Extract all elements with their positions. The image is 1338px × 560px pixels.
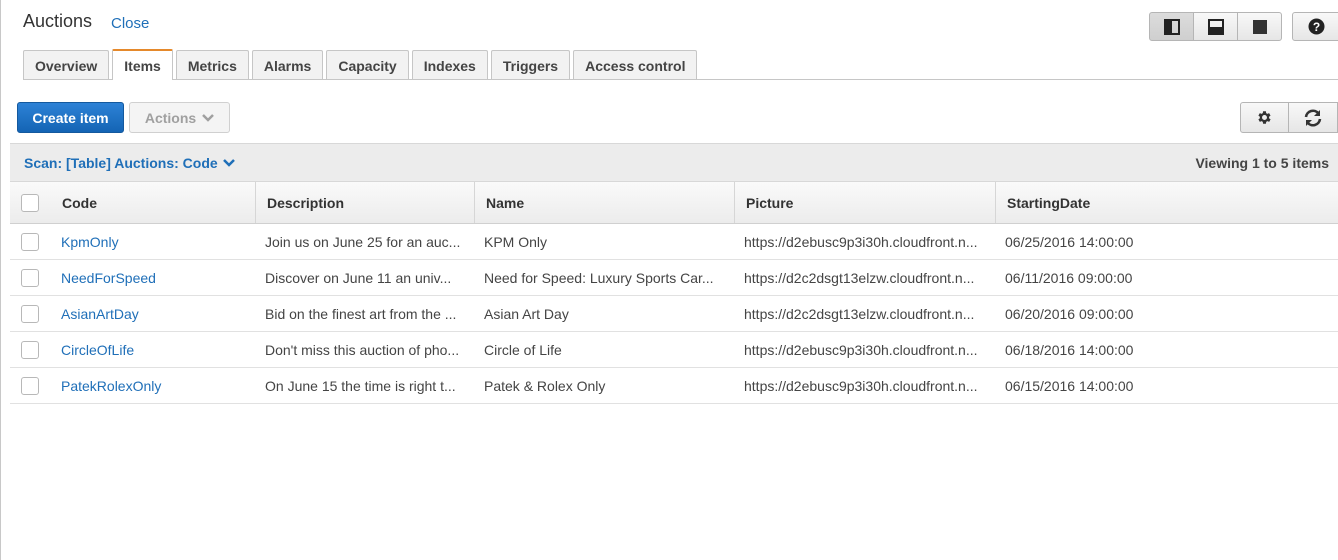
full-screen-icon (1252, 19, 1267, 34)
scan-bar: Scan: [Table] Auctions: Code Viewing 1 t… (10, 143, 1338, 182)
page-title: Auctions (23, 11, 93, 31)
item-code-link[interactable]: CircleOfLife (61, 342, 134, 358)
column-header-name[interactable]: Name (474, 182, 734, 223)
row-checkbox[interactable] (21, 376, 39, 395)
starting-date-cell: 06/25/2016 14:00:00 (1005, 233, 1134, 250)
starting-date-cell: 06/11/2016 09:00:00 (1005, 269, 1133, 286)
left-border (0, 0, 1, 560)
picture-cell: https://d2c2dsgt13elzw.cloudfront.n... (744, 269, 975, 286)
table-row[interactable]: KpmOnly Join us on June 25 for an auc...… (10, 224, 1338, 260)
item-code-link[interactable]: AsianArtDay (61, 306, 139, 322)
help-icon: ? (1308, 18, 1324, 35)
table-header: Code Description Name Picture StartingDa… (10, 182, 1338, 224)
refresh-icon (1304, 108, 1322, 127)
name-cell: Need for Speed: Luxury Sports Car... (484, 269, 714, 286)
description-cell: Discover on June 11 an univ... (265, 269, 452, 286)
table-row[interactable]: PatekRolexOnly On June 15 the time is ri… (10, 368, 1338, 404)
viewing-count: Viewing 1 to 5 items (1195, 155, 1329, 171)
chevron-down-icon (222, 159, 235, 167)
row-checkbox-cell (21, 332, 51, 367)
row-checkbox[interactable] (21, 268, 39, 287)
split-vertical-button[interactable] (1149, 12, 1194, 41)
split-horizontal-icon (1207, 18, 1224, 35)
scan-label: Scan: [Table] Auctions: Code (24, 155, 218, 171)
chevron-down-icon (202, 113, 215, 122)
select-all-checkbox[interactable] (21, 193, 39, 212)
column-header-code[interactable]: Code (62, 182, 255, 223)
table-row[interactable]: AsianArtDay Bid on the finest art from t… (10, 296, 1338, 332)
full-screen-button[interactable] (1237, 12, 1282, 41)
item-code-link[interactable]: KpmOnly (61, 234, 119, 250)
picture-cell: https://d2ebusc9p3i30h.cloudfront.n... (744, 377, 978, 394)
split-vertical-icon (1163, 18, 1180, 35)
table-row[interactable]: NeedForSpeed Discover on June 11 an univ… (10, 260, 1338, 296)
tab-triggers[interactable]: Triggers (490, 50, 571, 80)
layout-toggle-group (1149, 12, 1282, 41)
table-tools (1240, 102, 1338, 133)
actions-dropdown[interactable]: Actions (129, 102, 230, 133)
item-code-link[interactable]: NeedForSpeed (61, 270, 156, 286)
svg-text:?: ? (1312, 20, 1319, 34)
picture-cell: https://d2ebusc9p3i30h.cloudfront.n... (744, 233, 978, 250)
column-header-startingdate[interactable]: StartingDate (995, 182, 1338, 223)
tab-overview[interactable]: Overview (23, 50, 110, 80)
tab-bar: Overview Items Metrics Alarms Capacity I… (23, 49, 700, 80)
tab-items[interactable]: Items (112, 49, 173, 80)
scan-selector[interactable]: Scan: [Table] Auctions: Code (24, 155, 235, 171)
row-checkbox[interactable] (21, 232, 39, 251)
row-checkbox-cell (21, 368, 51, 403)
description-cell: On June 15 the time is right t... (265, 377, 456, 394)
column-header-picture[interactable]: Picture (734, 182, 995, 223)
name-cell: KPM Only (484, 233, 548, 250)
row-checkbox-cell (21, 224, 51, 259)
row-checkbox-cell (21, 260, 51, 295)
table-row[interactable]: CircleOfLife Don't miss this auction of … (10, 332, 1338, 368)
settings-button[interactable] (1240, 102, 1289, 133)
description-cell: Join us on June 25 for an auc... (265, 233, 461, 250)
tab-access-control[interactable]: Access control (573, 50, 698, 80)
help-button[interactable]: ? (1292, 12, 1338, 41)
description-cell: Don't miss this auction of pho... (265, 341, 460, 358)
row-checkbox-cell (21, 296, 51, 331)
gear-icon (1258, 111, 1271, 124)
row-checkbox[interactable] (21, 340, 39, 359)
item-code-link[interactable]: PatekRolexOnly (61, 378, 161, 394)
actions-label: Actions (144, 109, 197, 126)
name-cell: Patek & Rolex Only (484, 377, 606, 394)
select-all-cell (21, 182, 51, 223)
picture-cell: https://d2ebusc9p3i30h.cloudfront.n... (744, 341, 978, 358)
starting-date-cell: 06/15/2016 14:00:00 (1005, 377, 1134, 394)
create-item-button[interactable]: Create item (17, 102, 124, 133)
picture-cell: https://d2c2dsgt13elzw.cloudfront.n... (744, 305, 975, 322)
tab-metrics[interactable]: Metrics (175, 50, 249, 80)
description-cell: Bid on the finest art from the ... (265, 305, 457, 322)
tab-indexes[interactable]: Indexes (411, 50, 488, 80)
name-cell: Circle of Life (484, 341, 562, 358)
close-link[interactable]: Close (111, 15, 149, 32)
row-checkbox[interactable] (21, 304, 39, 323)
starting-date-cell: 06/18/2016 14:00:00 (1005, 341, 1134, 358)
split-horizontal-button[interactable] (1193, 12, 1238, 41)
starting-date-cell: 06/20/2016 09:00:00 (1005, 305, 1134, 322)
tab-capacity[interactable]: Capacity (326, 50, 409, 80)
name-cell: Asian Art Day (484, 305, 569, 322)
tab-divider (23, 79, 1338, 80)
tab-alarms[interactable]: Alarms (251, 50, 324, 80)
column-header-description[interactable]: Description (255, 182, 474, 223)
refresh-button[interactable] (1288, 102, 1338, 133)
